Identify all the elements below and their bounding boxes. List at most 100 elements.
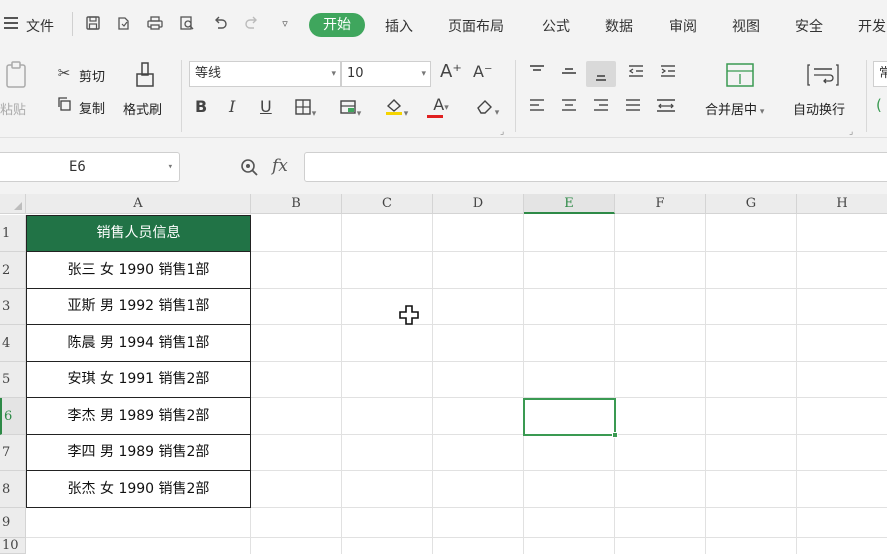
merge-center-icon[interactable] bbox=[725, 62, 755, 88]
table-header-cell[interactable]: 销售人员信息 bbox=[26, 215, 251, 252]
divider bbox=[72, 12, 73, 36]
chevron-down-icon: ▾ bbox=[167, 162, 173, 172]
column-header-g[interactable]: G bbox=[706, 194, 797, 214]
font-color-button[interactable]: A▾ bbox=[425, 96, 457, 118]
row-header-4[interactable]: 4 bbox=[0, 325, 26, 362]
select-all-button[interactable] bbox=[0, 194, 26, 214]
align-bottom-icon bbox=[592, 66, 610, 86]
decrease-indent-icon[interactable] bbox=[627, 64, 645, 84]
align-middle-icon[interactable] bbox=[560, 64, 578, 84]
cut-button[interactable]: 剪切 bbox=[79, 66, 105, 85]
distributed-align-icon[interactable] bbox=[655, 98, 677, 118]
menu-icon[interactable] bbox=[4, 17, 18, 29]
redo-icon[interactable] bbox=[243, 15, 261, 33]
column-header-d[interactable]: D bbox=[433, 194, 524, 214]
print-preview-icon[interactable] bbox=[178, 15, 196, 33]
row-header-3[interactable]: 3 bbox=[0, 289, 26, 325]
chevron-down-icon: ▾ bbox=[494, 108, 500, 118]
formula-input[interactable] bbox=[304, 152, 887, 182]
formula-bar: E6 ▾ fx bbox=[0, 138, 887, 194]
cell-style-button[interactable]: ▾ bbox=[335, 98, 365, 123]
wrap-text-icon[interactable] bbox=[806, 62, 840, 88]
table-row[interactable]: 张三 女 1990 销售1部 bbox=[26, 252, 251, 289]
number-format-select[interactable]: 常 bbox=[873, 61, 887, 87]
table-row[interactable]: 陈晨 男 1994 销售1部 bbox=[26, 325, 251, 362]
table-row[interactable]: 亚斯 男 1992 销售1部 bbox=[26, 289, 251, 325]
column-header-f[interactable]: F bbox=[615, 194, 706, 214]
row-header-5[interactable]: 5 bbox=[0, 362, 26, 398]
name-box-value: E6 bbox=[69, 159, 86, 175]
group-divider bbox=[181, 60, 182, 132]
align-right-icon[interactable] bbox=[592, 98, 610, 118]
column-header-b[interactable]: B bbox=[251, 194, 342, 214]
fill-handle[interactable] bbox=[612, 432, 618, 438]
font-size-value: 10 bbox=[347, 66, 364, 81]
font-size-select[interactable]: 10 ▾ bbox=[341, 61, 431, 87]
tab-review[interactable]: 审阅 bbox=[669, 16, 697, 36]
merge-center-label: 合并居中 bbox=[705, 103, 758, 118]
gridline bbox=[614, 214, 615, 554]
paste-button[interactable]: 粘贴 bbox=[0, 99, 26, 118]
row-header-2[interactable]: 2 bbox=[0, 252, 26, 289]
print-icon[interactable] bbox=[146, 15, 164, 33]
font-name-select[interactable]: 等线 ▾ bbox=[189, 61, 341, 87]
table-row[interactable]: 安琪 女 1991 销售2部 bbox=[26, 362, 251, 398]
zoom-icon[interactable] bbox=[240, 158, 260, 182]
wrap-text-button[interactable]: 自动换行 bbox=[793, 99, 845, 118]
row-header-6[interactable]: 6 bbox=[0, 398, 26, 435]
row-header-1[interactable]: 1 bbox=[0, 215, 26, 252]
tab-formulas[interactable]: 公式 bbox=[542, 16, 570, 36]
ribbon-home: 粘贴 ✂ 剪切 复制 格式刷 等线 ▾ 10 ▾ A⁺ A⁻ B I U ▾ ▾… bbox=[0, 52, 887, 138]
worksheet-grid[interactable]: A B C D E F G H 1 2 3 4 5 6 7 8 9 10 销售人… bbox=[0, 194, 887, 554]
align-center-icon[interactable] bbox=[560, 98, 578, 118]
insert-function-button[interactable]: fx bbox=[272, 156, 288, 176]
name-box[interactable]: E6 ▾ bbox=[0, 152, 180, 182]
undo-icon[interactable] bbox=[211, 15, 229, 33]
tab-view[interactable]: 视图 bbox=[732, 16, 760, 36]
underline-button[interactable]: U bbox=[260, 98, 272, 116]
fill-color-button[interactable]: ▾ bbox=[380, 96, 412, 123]
tab-security[interactable]: 安全 bbox=[795, 16, 823, 36]
chevron-down-icon: ▾ bbox=[403, 109, 409, 119]
borders-button[interactable]: ▾ bbox=[290, 98, 320, 123]
table-row[interactable]: 李四 男 1989 销售2部 bbox=[26, 435, 251, 471]
file-menu[interactable]: 文件 bbox=[26, 16, 54, 36]
active-cell-selection[interactable] bbox=[523, 398, 618, 438]
row-header-8[interactable]: 8 bbox=[0, 471, 26, 508]
tab-page-layout[interactable]: 页面布局 bbox=[448, 16, 504, 36]
save-icon[interactable] bbox=[84, 15, 102, 33]
chevron-down-icon: ▾ bbox=[356, 109, 362, 119]
grow-font-button[interactable]: A⁺ bbox=[440, 63, 462, 81]
align-left-icon[interactable] bbox=[528, 98, 546, 118]
tab-insert[interactable]: 插入 bbox=[385, 16, 413, 36]
paste-icon[interactable] bbox=[4, 60, 30, 90]
italic-button[interactable]: I bbox=[229, 98, 235, 116]
tab-data[interactable]: 数据 bbox=[605, 16, 633, 36]
column-header-e[interactable]: E bbox=[524, 194, 615, 214]
clear-format-button[interactable]: ▾ bbox=[470, 97, 504, 122]
table-row[interactable]: 张杰 女 1990 销售2部 bbox=[26, 471, 251, 508]
copy-button[interactable]: 复制 bbox=[79, 98, 105, 117]
row-header-9[interactable]: 9 bbox=[0, 508, 26, 538]
row-header-10[interactable]: 10 bbox=[0, 538, 26, 554]
shrink-font-button[interactable]: A⁻ bbox=[473, 63, 492, 81]
currency-icon[interactable]: ( bbox=[876, 96, 882, 114]
merge-center-button[interactable]: 合并居中 ▾ bbox=[705, 99, 764, 118]
increase-indent-icon[interactable] bbox=[659, 64, 677, 84]
font-name-value: 等线 bbox=[195, 66, 222, 81]
export-icon[interactable] bbox=[114, 15, 132, 33]
tab-home[interactable]: 开始 bbox=[309, 13, 365, 37]
justify-icon[interactable] bbox=[624, 98, 642, 118]
menu-bar: 文件 ▿ 开始 插入 页面布局 公式 数据 审阅 视图 安全 开发 bbox=[0, 0, 887, 52]
column-header-a[interactable]: A bbox=[26, 194, 251, 214]
table-row[interactable]: 李杰 男 1989 销售2部 bbox=[26, 398, 251, 435]
align-top-icon[interactable] bbox=[528, 64, 546, 84]
bold-button[interactable]: B bbox=[195, 98, 207, 116]
column-header-c[interactable]: C bbox=[342, 194, 433, 214]
row-header-7[interactable]: 7 bbox=[0, 435, 26, 471]
format-painter-icon[interactable] bbox=[132, 60, 158, 90]
customize-dropdown-icon[interactable]: ▿ bbox=[276, 15, 294, 33]
tab-developer[interactable]: 开发 bbox=[858, 16, 886, 36]
column-header-h[interactable]: H bbox=[797, 194, 887, 214]
format-painter-button[interactable]: 格式刷 bbox=[123, 99, 162, 118]
